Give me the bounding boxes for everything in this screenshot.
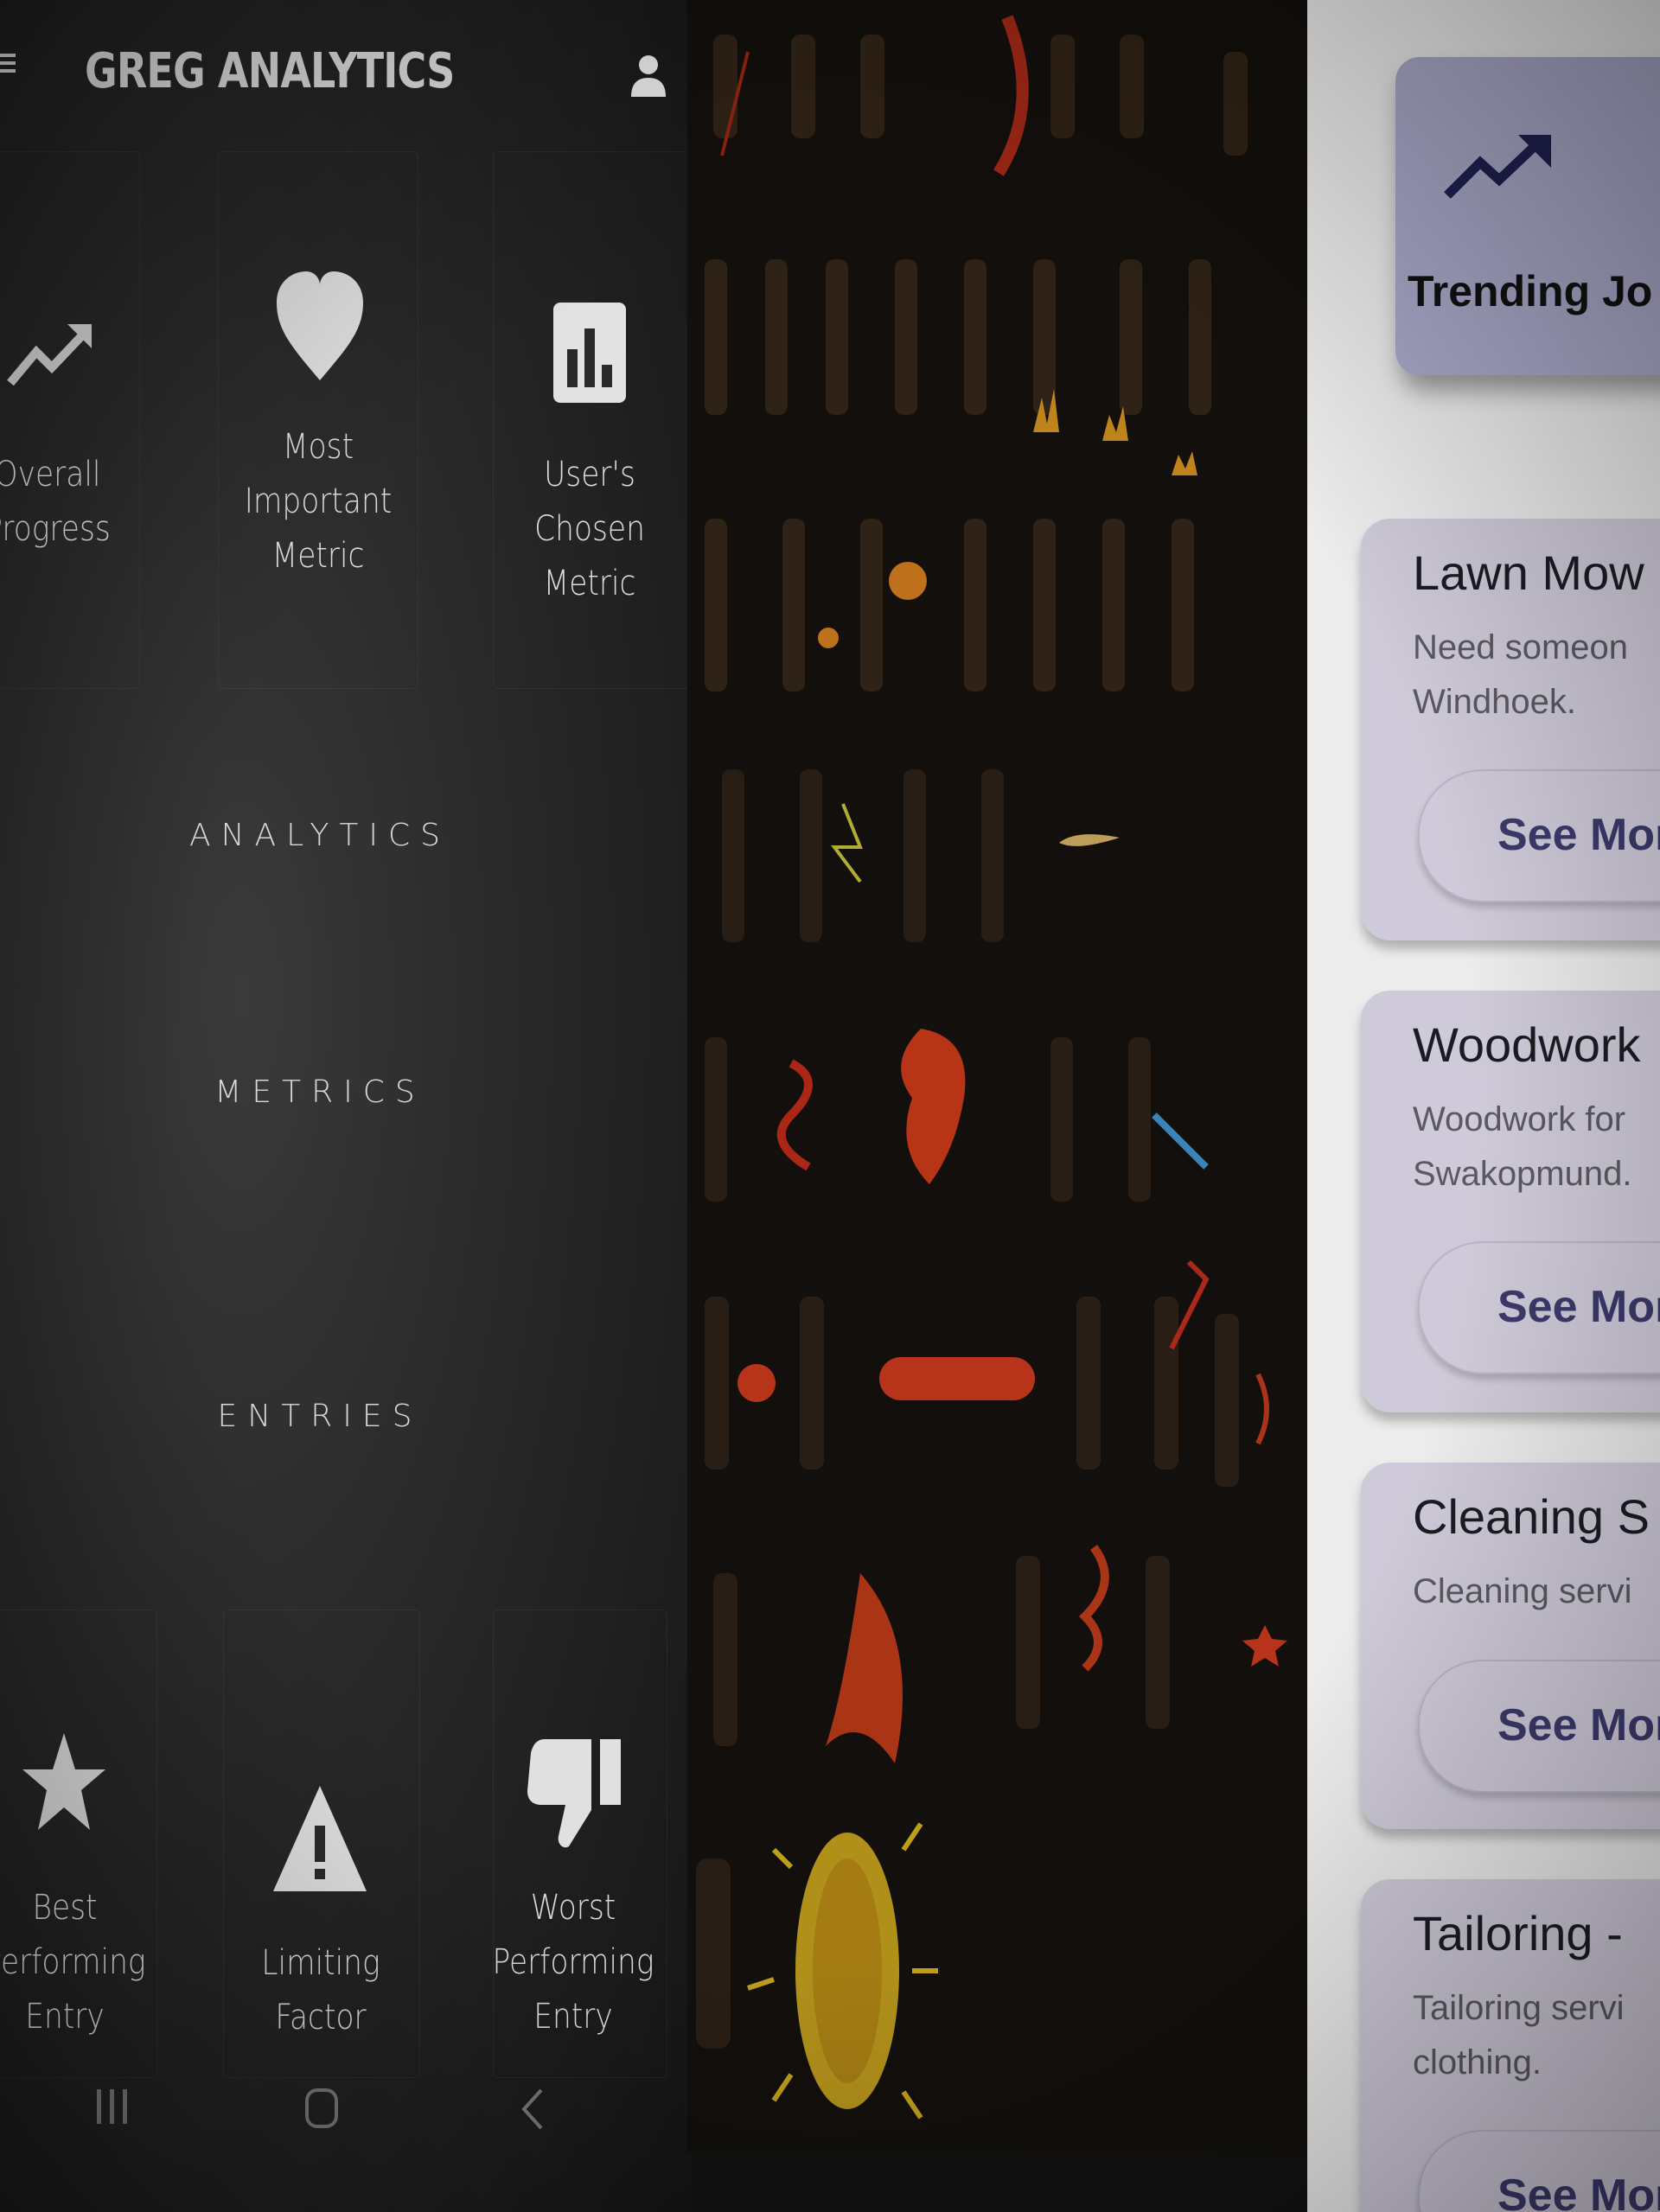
job-title: Lawn Mow: [1413, 545, 1644, 600]
home-icon[interactable]: [304, 2088, 339, 2129]
bar-chart-icon: [553, 303, 626, 403]
tile-label: Metric: [543, 564, 636, 603]
see-more-button[interactable]: See Mor: [1418, 1660, 1660, 1793]
tile-label: Performing: [0, 1942, 146, 1982]
tile-label: Progress: [0, 509, 111, 549]
job-description: Cleaning servi: [1413, 1572, 1632, 1610]
job-card[interactable]: Tailoring - Tailoring servi clothing. Se…: [1361, 1879, 1660, 2212]
see-more-button[interactable]: See Mor: [1418, 2130, 1660, 2212]
job-card[interactable]: Woodwork Woodwork for Swakopmund. See Mo…: [1361, 991, 1660, 1412]
job-description: Need someon Windhoek.: [1413, 628, 1629, 721]
menu-icon[interactable]: [0, 54, 16, 73]
tile-label: Limiting Factor: [261, 1943, 380, 2037]
heart-icon: [277, 271, 363, 380]
analytics-app: GREG ANALYTICS Overall Progress Most Imp…: [0, 0, 693, 2212]
job-card[interactable]: Cleaning S Cleaning servi See Mor: [1361, 1463, 1660, 1829]
section-entries[interactable]: ENTRIES: [173, 1399, 467, 1434]
tile-label: Entry: [25, 1997, 105, 2037]
recent-apps-icon[interactable]: [95, 2088, 130, 2126]
section-metrics[interactable]: METRICS: [173, 1074, 467, 1110]
see-more-button[interactable]: See Mor: [1418, 1241, 1660, 1374]
section-analytics[interactable]: ANALYTICS: [173, 818, 467, 853]
tile-label: Entry: [533, 1997, 613, 2037]
see-more-label: See Mor: [1497, 2171, 1660, 2212]
star-icon: [22, 1733, 105, 1830]
trending-jobs-card[interactable]: Trending Jo: [1395, 57, 1660, 375]
tile-label: Metric: [271, 536, 365, 576]
job-description: Woodwork for Swakopmund.: [1413, 1100, 1632, 1193]
job-title: Tailoring -: [1413, 1906, 1623, 1960]
tile-label: Best: [32, 1888, 98, 1928]
trending-card-label: Trending Jo: [1408, 267, 1653, 316]
see-more-button[interactable]: See Mor: [1418, 769, 1660, 902]
see-more-label: See Mor: [1497, 1282, 1660, 1332]
user-icon[interactable]: [629, 52, 667, 99]
trending-up-icon: [1444, 135, 1551, 199]
warning-icon: [273, 1786, 367, 1891]
job-title: Woodwork: [1413, 1017, 1641, 1072]
tile-frame: [0, 151, 140, 689]
trending-up-icon: [7, 324, 92, 386]
tile-label: Important: [244, 481, 393, 521]
back-icon[interactable]: [520, 2088, 545, 2131]
job-description: Tailoring servi clothing.: [1413, 1989, 1625, 2081]
jobs-panel: Trending Jo Lawn Mow Need someon Windhoe…: [1307, 0, 1660, 2212]
see-more-label: See Mor: [1497, 1700, 1660, 1750]
thumbs-down-icon: [527, 1739, 621, 1848]
tile-label: User's Chosen: [534, 455, 645, 549]
job-title: Cleaning S: [1413, 1489, 1650, 1544]
tile-label: Performing: [492, 1942, 654, 1982]
sprite-sheet-image: [687, 0, 1310, 2152]
job-card[interactable]: Lawn Mow Need someon Windhoek. See Mor: [1361, 519, 1660, 940]
tile-label: Overall: [0, 455, 101, 494]
app-title: GREG ANALYTICS: [85, 43, 455, 99]
see-more-label: See Mor: [1497, 810, 1660, 860]
tile-label: Worst: [530, 1888, 616, 1928]
tile-label: Most: [282, 427, 354, 467]
